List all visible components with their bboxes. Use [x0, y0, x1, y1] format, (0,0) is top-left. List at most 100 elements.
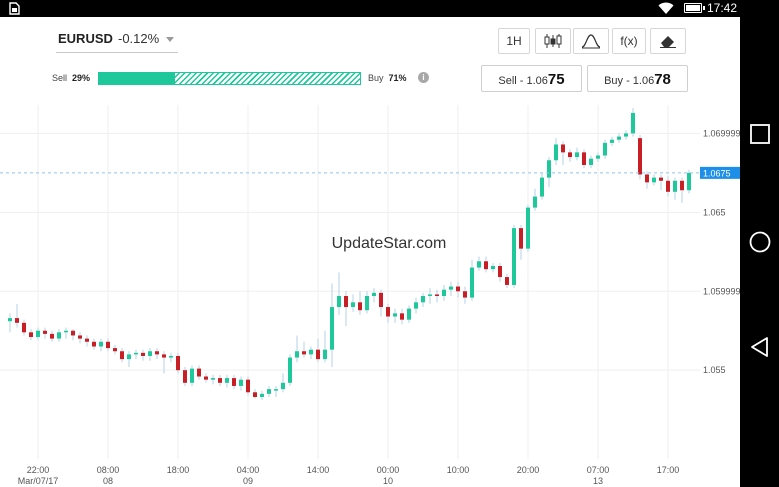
candle	[134, 349, 138, 360]
candle	[323, 330, 327, 363]
x-tick-time: 08:00	[97, 465, 120, 475]
chart-style-button[interactable]	[573, 28, 609, 54]
candle-body	[477, 261, 481, 268]
candle-body	[596, 155, 600, 159]
candle	[71, 329, 75, 341]
candle-body	[323, 349, 327, 360]
candle	[407, 305, 411, 323]
candle-body	[666, 180, 670, 192]
candle	[428, 288, 432, 304]
candle-body	[64, 330, 68, 333]
candle-body	[645, 174, 649, 183]
candle	[358, 291, 362, 315]
candle	[666, 176, 670, 197]
candle-body	[239, 379, 243, 386]
candle-body	[519, 228, 523, 249]
candle	[120, 348, 124, 363]
candle-body	[442, 289, 446, 296]
candle-body	[148, 351, 152, 356]
candle	[78, 332, 82, 344]
candle	[337, 272, 341, 315]
candle	[29, 329, 33, 341]
candle-body	[589, 158, 593, 165]
candle-body	[57, 332, 61, 339]
x-tick-date: 10	[383, 476, 393, 486]
candle	[610, 136, 614, 147]
sell-button[interactable]: Sell - 1.06 75	[481, 65, 582, 92]
candle	[393, 308, 397, 323]
candle	[148, 348, 152, 361]
candle	[64, 327, 68, 339]
buy-button[interactable]: Buy - 1.06 78	[587, 65, 688, 92]
x-tick-time: 00:00	[377, 465, 400, 475]
back-icon[interactable]	[748, 335, 772, 359]
candle	[631, 108, 635, 137]
y-tick-label: 1.065	[703, 207, 726, 217]
candle-body	[372, 292, 376, 296]
candle-body	[638, 138, 642, 175]
chart-type-button[interactable]	[535, 28, 571, 54]
candle	[92, 338, 96, 350]
candle	[169, 352, 173, 363]
instrument-change: -0.12%	[118, 31, 160, 46]
candle-body	[533, 196, 537, 208]
candle	[57, 329, 61, 342]
candle-body	[379, 292, 383, 308]
candle	[519, 224, 523, 260]
clear-drawings-button[interactable]	[650, 28, 686, 54]
candle	[8, 313, 12, 333]
candle-body	[225, 378, 229, 383]
candle-body	[365, 295, 369, 311]
candle-body	[267, 389, 271, 394]
status-bar: 17:42	[0, 0, 740, 17]
candle	[477, 256, 481, 271]
candle	[274, 385, 278, 398]
timeframe-button[interactable]: 1H	[498, 28, 530, 54]
candle-body	[358, 302, 362, 311]
instrument-selector[interactable]: EURUSD -0.12%	[56, 31, 178, 53]
candle	[673, 177, 677, 200]
candle	[190, 365, 194, 386]
candle	[379, 289, 383, 317]
indicators-button[interactable]: f(x)	[612, 28, 646, 54]
x-tick-time: 17:00	[657, 465, 680, 475]
candle-body	[302, 351, 306, 355]
candle-body	[127, 354, 131, 360]
sentiment-bar-fill	[99, 73, 175, 84]
candle-body	[330, 307, 334, 350]
candle	[526, 204, 530, 252]
candle-body	[554, 144, 558, 161]
candle	[540, 172, 544, 200]
recent-apps-icon[interactable]	[748, 122, 772, 146]
candle	[372, 288, 376, 303]
sell-sentiment-pct: 29%	[72, 73, 91, 83]
home-icon[interactable]	[748, 230, 772, 254]
candle-body	[610, 139, 614, 143]
candle-body	[246, 379, 250, 393]
sell-price-pips: 75	[547, 71, 565, 88]
candle	[575, 147, 579, 161]
sell-sentiment: Sell 29%	[52, 73, 90, 83]
x-tick-time: 22:00	[27, 465, 50, 475]
candle	[365, 291, 369, 314]
candle-body	[491, 266, 495, 270]
candle-body	[484, 261, 488, 270]
candle-body	[470, 267, 474, 298]
candle-body	[78, 335, 82, 339]
candle-body	[22, 322, 26, 333]
candle-body	[141, 352, 145, 356]
candle-body	[463, 291, 467, 298]
candle-body	[393, 313, 397, 317]
chevron-down-icon	[166, 37, 174, 42]
candle	[414, 297, 418, 314]
candle-body	[561, 144, 565, 153]
candle	[127, 351, 131, 368]
candle-body	[36, 330, 40, 338]
info-icon[interactable]: i	[418, 72, 429, 83]
candle-body	[680, 180, 684, 191]
candle	[246, 376, 250, 396]
sell-sentiment-label: Sell	[52, 73, 68, 83]
y-tick-label: 1.069999	[703, 128, 740, 138]
candle-body	[568, 152, 572, 158]
candle-body	[288, 357, 292, 383]
